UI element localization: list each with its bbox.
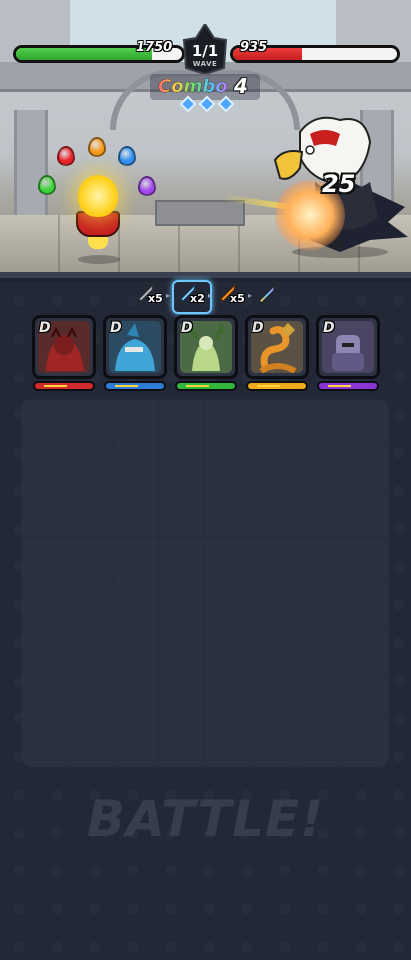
hero-rank: D — [110, 320, 122, 336]
combo-gem-icon — [179, 95, 197, 113]
altar — [155, 200, 245, 226]
weapon-multiplier: x5 — [148, 292, 163, 305]
hero-rank: D — [181, 320, 193, 336]
hero-energy-bar — [246, 381, 308, 391]
orange-orb-icon — [88, 137, 106, 157]
hero-energy-bar — [317, 381, 379, 391]
hero-card-blue-shark[interactable]: D — [103, 315, 167, 379]
red-orb-icon — [57, 146, 75, 166]
combo-gem-icon — [217, 95, 235, 113]
orange-sword-icon[interactable]: x5 — [218, 282, 245, 308]
battle-scene: 25 1750 935 1/1 WAVE Combo 4 — [0, 0, 411, 278]
chain-arrow-icon: ▸ — [248, 291, 253, 300]
weapon-multiplier: x2 — [190, 292, 205, 305]
player-hp-value: 1750 — [136, 40, 173, 55]
puzzle-board-cells[interactable] — [21, 399, 389, 767]
pillar — [14, 110, 48, 220]
player-hp-fill — [16, 48, 153, 60]
hero-energy-bar — [104, 381, 166, 391]
energy-core — [186, 385, 210, 387]
wave-counter: 1/1 — [191, 42, 219, 60]
energy-core — [328, 385, 352, 387]
chain-arrow-icon: ▸ — [166, 291, 171, 300]
hero-rank: D — [323, 320, 335, 336]
hero-rank: D — [252, 320, 264, 336]
wave-badge: 1/1 WAVE — [178, 24, 232, 74]
blue-sword-icon[interactable]: x2 — [172, 280, 212, 314]
energy-core — [44, 385, 68, 387]
combo-gem-icon — [198, 95, 216, 113]
weapon-multiplier: x5 — [230, 292, 245, 305]
weapon-upgrade-chain: x5 ▸ x2 ▸ x5 ▸ — [130, 280, 290, 314]
hero-energy-bar — [175, 381, 237, 391]
green-orb-icon — [38, 175, 56, 195]
grey-sword-icon[interactable]: x5 — [136, 282, 163, 308]
damage-number: 25 — [322, 170, 356, 198]
purple-orb-icon — [138, 176, 156, 196]
battle-button[interactable]: BATTLE! — [0, 790, 411, 860]
rainbow-sword-icon[interactable] — [256, 282, 282, 308]
hero-card-green-deer[interactable]: D — [174, 315, 238, 379]
combo-count: 4 — [234, 74, 248, 98]
hero-rank: D — [39, 320, 51, 336]
blue-orb-icon — [118, 146, 136, 166]
wave-label: WAVE — [192, 60, 218, 68]
combo-gems — [179, 95, 235, 113]
hero-card-orange-snake[interactable]: D — [245, 315, 309, 379]
hero-card-red-beast[interactable]: D — [32, 315, 96, 379]
hero-energy-bar — [33, 381, 95, 391]
hero-card-purple-knight[interactable]: D — [316, 315, 380, 379]
combo-label: Combo — [158, 76, 228, 97]
chain-arrow-icon: ▸ — [208, 291, 213, 300]
energy-core — [115, 385, 139, 387]
enemy-hp-value: 935 — [240, 40, 268, 55]
energy-core — [257, 385, 281, 387]
scene-ledge — [0, 272, 411, 278]
hero-character — [72, 175, 124, 260]
hero-head — [78, 175, 118, 217]
